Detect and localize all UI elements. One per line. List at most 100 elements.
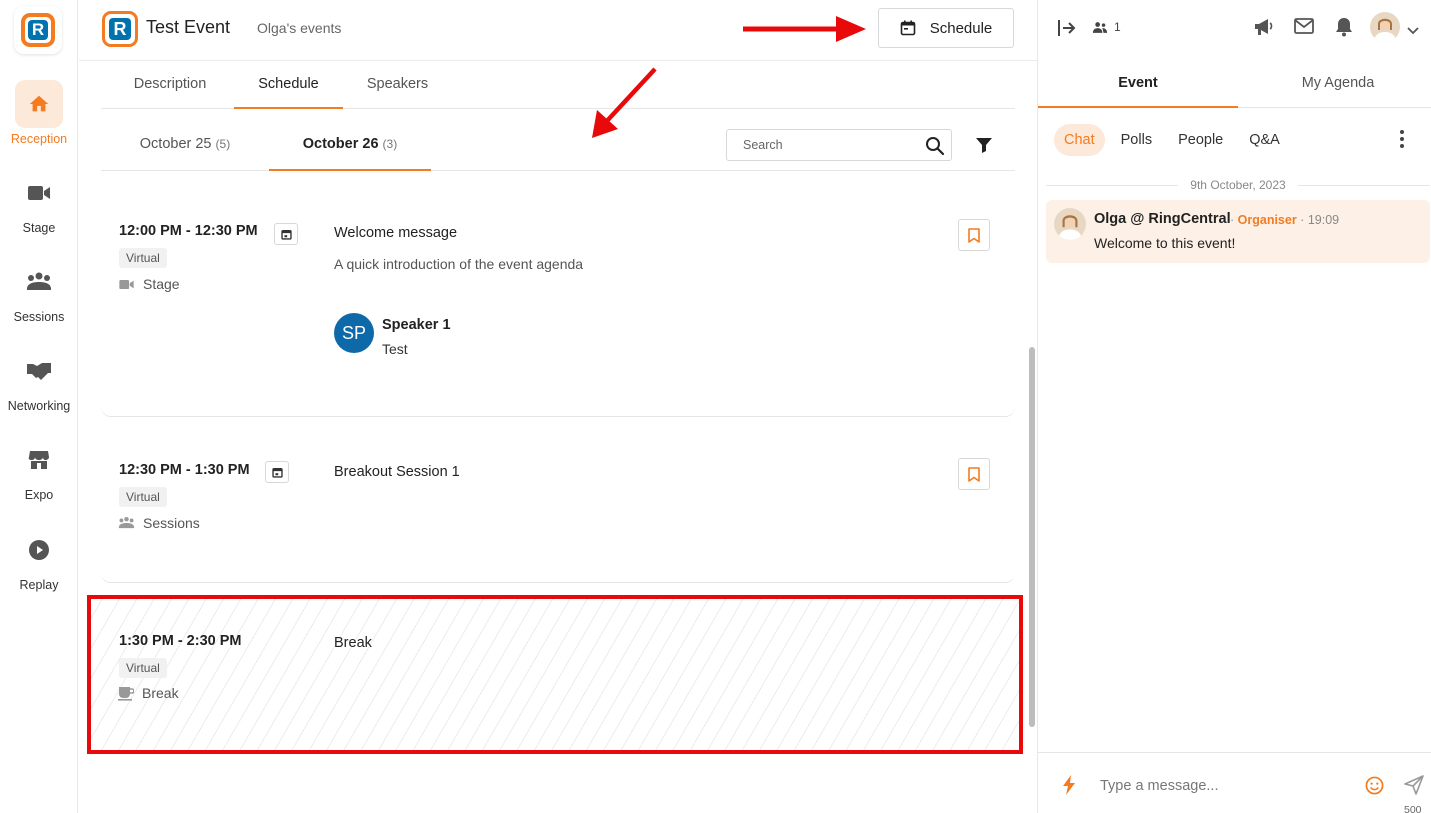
nav-item-stage[interactable]: Stage — [0, 169, 78, 235]
message-meta: · Organiser · 19:09 — [1230, 213, 1340, 227]
search-input[interactable] — [727, 130, 907, 160]
bookmark-icon — [968, 466, 980, 482]
message-author-avatar[interactable] — [1054, 208, 1086, 240]
subtab-qa[interactable]: Q&A — [1239, 124, 1290, 156]
nav-item-replay[interactable]: Replay — [0, 526, 78, 592]
subtab-chat[interactable]: Chat — [1054, 124, 1105, 156]
right-panel-toolbar: 1 — [1038, 0, 1431, 56]
coffee-cup-icon — [118, 686, 134, 701]
session-type-badge: Virtual — [119, 658, 167, 678]
tab-schedule[interactable]: Schedule — [234, 61, 343, 109]
bookmark-button[interactable] — [958, 458, 990, 490]
date-tab-label: October 25 — [139, 136, 212, 152]
chat-message: Olga @ RingCentral · Organiser · 19:09 W… — [1046, 200, 1430, 263]
calendar-icon — [280, 229, 292, 240]
user-avatar[interactable] — [1370, 12, 1400, 42]
schedule-button[interactable]: Schedule — [878, 8, 1014, 48]
subtab-people[interactable]: People — [1168, 124, 1233, 156]
tab-my-agenda[interactable]: My Agenda — [1238, 60, 1431, 108]
schedule-search — [726, 129, 952, 161]
session-card-break[interactable]: 1:30 PM - 2:30 PM Virtual Break Break — [87, 595, 1023, 754]
right-panel: 1 Event My Agenda Chat Polls People Q&A … — [1037, 0, 1431, 813]
session-location: Break — [118, 685, 179, 701]
session-card[interactable]: 12:00 PM - 12:30 PM Virtual Stage Welcom… — [101, 171, 1015, 417]
speaker-name[interactable]: Speaker 1 — [382, 317, 451, 333]
speaker-role: Test — [382, 341, 408, 357]
session-location-label: Break — [142, 685, 179, 701]
add-to-calendar-button[interactable] — [265, 461, 289, 483]
tab-description[interactable]: Description — [101, 61, 239, 109]
session-title[interactable]: Break — [334, 635, 372, 651]
attendees-icon[interactable] — [1092, 21, 1108, 39]
bookmark-icon — [968, 227, 980, 243]
nav-label: Networking — [7, 399, 71, 413]
bell-icon[interactable] — [1335, 17, 1353, 42]
speaker-avatar[interactable]: SP — [334, 313, 374, 353]
tab-event[interactable]: Event — [1038, 60, 1238, 108]
megaphone-icon[interactable] — [1253, 17, 1275, 42]
character-limit: 500 — [1404, 804, 1422, 813]
subtab-polls[interactable]: Polls — [1111, 124, 1162, 156]
calendar-icon — [271, 467, 283, 478]
event-tabs: Description Schedule Speakers — [101, 61, 1015, 109]
filter-icon[interactable] — [975, 136, 993, 159]
chat-date-label: 9th October, 2023 — [1190, 178, 1286, 192]
home-icon — [15, 80, 63, 128]
nav-item-reception[interactable]: Reception — [0, 80, 78, 146]
video-camera-icon — [15, 169, 63, 217]
nav-label: Stage — [22, 221, 56, 235]
event-logo: R — [102, 11, 138, 47]
message-author-role: Organiser — [1237, 213, 1297, 227]
send-icon[interactable] — [1404, 775, 1424, 800]
main-content: R Test Event Olga's events Schedule Desc… — [79, 0, 1037, 813]
nav-item-sessions[interactable]: Sessions — [0, 258, 78, 324]
date-tab-oct-26[interactable]: October 26 (3) — [269, 118, 431, 171]
session-time: 1:30 PM - 2:30 PM — [119, 633, 242, 649]
right-panel-tabs: Event My Agenda — [1038, 60, 1431, 108]
session-time: 12:30 PM - 1:30 PM — [119, 462, 250, 478]
bookmark-button[interactable] — [958, 219, 990, 251]
date-tab-count: (5) — [215, 137, 231, 151]
annotation-arrow-down-left — [592, 67, 657, 138]
storefront-icon — [15, 436, 63, 484]
date-tab-oct-25[interactable]: October 25 (5) — [101, 118, 269, 171]
chat-subtabs: Chat Polls People Q&A — [1054, 124, 1290, 156]
chat-date-divider: 9th October, 2023 — [1046, 178, 1430, 192]
date-tab-label: October 26 — [302, 136, 379, 152]
nav-label: Reception — [10, 132, 68, 146]
session-type-badge: Virtual — [119, 248, 167, 268]
session-time: 12:00 PM - 12:30 PM — [119, 223, 258, 239]
chat-composer: 500 — [1038, 752, 1431, 813]
attendee-count: 1 — [1114, 20, 1121, 34]
mail-icon[interactable] — [1294, 18, 1314, 39]
group-icon — [15, 258, 63, 306]
more-options-icon[interactable] — [1400, 130, 1404, 153]
nav-label: Replay — [19, 578, 59, 592]
handshake-icon — [15, 347, 63, 395]
session-title[interactable]: Breakout Session 1 — [334, 464, 460, 480]
lightning-icon[interactable] — [1062, 775, 1076, 800]
message-time: 19:09 — [1307, 213, 1340, 227]
session-location: Sessions — [118, 515, 200, 531]
event-organizer[interactable]: Olga's events — [257, 20, 341, 36]
schedule-button-label: Schedule — [929, 19, 993, 37]
session-type-badge: Virtual — [119, 487, 167, 507]
message-input[interactable] — [1100, 775, 1350, 797]
search-icon[interactable] — [925, 136, 945, 161]
app-logo[interactable]: R — [14, 6, 62, 54]
tab-speakers[interactable]: Speakers — [343, 61, 452, 109]
emoji-icon[interactable] — [1365, 776, 1384, 800]
session-card[interactable]: 12:30 PM - 1:30 PM Virtual Sessions Brea… — [101, 418, 1015, 583]
message-author[interactable]: Olga @ RingCentral — [1094, 211, 1231, 227]
add-to-calendar-button[interactable] — [274, 223, 298, 245]
nav-label: Expo — [24, 488, 54, 502]
calendar-icon — [900, 20, 916, 36]
message-text: Welcome to this event! — [1094, 235, 1236, 251]
collapse-panel-icon[interactable] — [1057, 19, 1077, 42]
nav-item-networking[interactable]: Networking — [0, 347, 78, 413]
event-title: Test Event — [146, 17, 231, 37]
nav-item-expo[interactable]: Expo — [0, 436, 78, 502]
chevron-down-icon[interactable] — [1407, 22, 1419, 40]
session-title[interactable]: Welcome message — [334, 225, 457, 241]
scrollbar[interactable] — [1029, 347, 1035, 727]
